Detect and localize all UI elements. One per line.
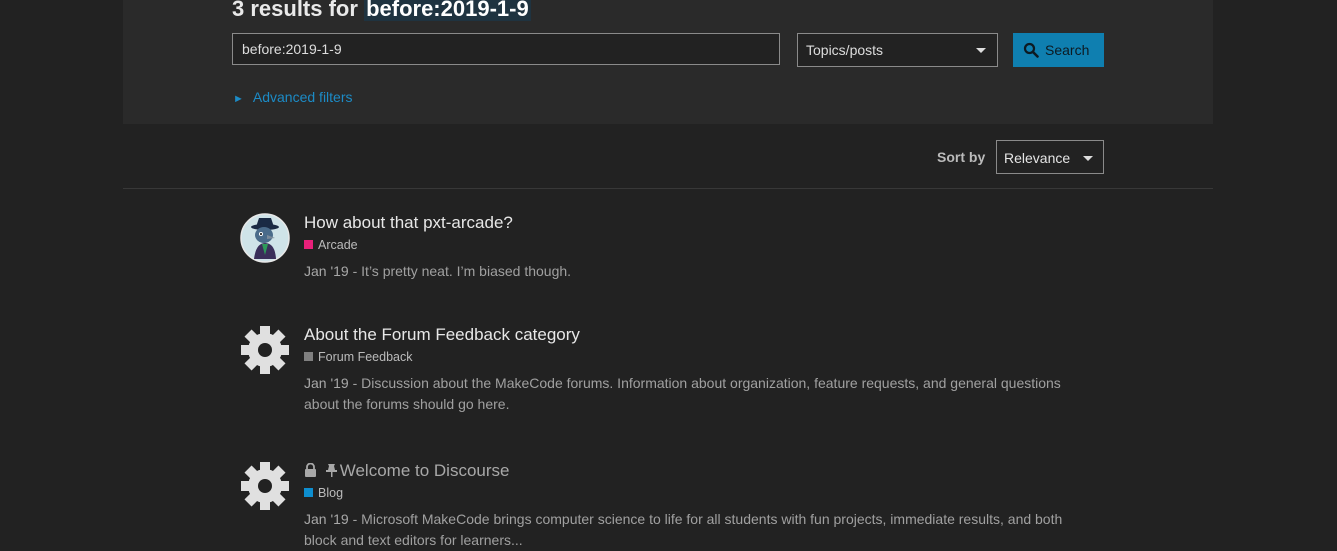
topic-status-icons: [304, 462, 338, 482]
caret-down-icon: [1083, 156, 1093, 161]
search-icon: [1023, 42, 1039, 58]
search-button[interactable]: Search: [1013, 33, 1104, 67]
category-badge[interactable]: Blog: [304, 486, 343, 500]
result-date: Jan '19: [304, 511, 349, 527]
result-date: Jan '19: [304, 375, 349, 391]
results-heading: 3 results for before:2019-1-9: [232, 0, 531, 22]
result-title-link[interactable]: About the Forum Feedback category: [304, 325, 580, 345]
advanced-filters-toggle[interactable]: ► Advanced filters: [233, 89, 353, 105]
user-avatar[interactable]: [240, 213, 290, 263]
result-date: Jan '19: [304, 263, 349, 279]
search-term-highlight: before:2019-1-9: [364, 0, 531, 21]
pin-icon: [325, 464, 337, 477]
category-name: Blog: [318, 486, 344, 500]
category-name: Forum Feedback: [318, 350, 413, 364]
search-type-selected: Topics/posts: [806, 42, 884, 58]
blurb-separator: -: [348, 263, 362, 279]
result-title-text: Welcome to Discourse: [339, 461, 510, 480]
result-blurb: Jan '19 - Microsoft MakeCode brings comp…: [304, 509, 1094, 551]
results-count-text: 3 results for: [232, 0, 358, 21]
category-badge[interactable]: Arcade: [304, 238, 358, 252]
gear-icon[interactable]: [240, 325, 290, 375]
category-name: Arcade: [318, 238, 358, 252]
result-blurb: Jan '19 - Discussion about the MakeCode …: [304, 373, 1094, 415]
sort-by-label: Sort by: [937, 149, 986, 165]
caret-right-icon: ►: [233, 93, 244, 105]
sort-selected: Relevance: [1004, 150, 1071, 166]
result-blurb: Jan '19 - It’s pretty neat. I’m biased t…: [304, 261, 1094, 282]
result-blurb-text: Microsoft MakeCode brings computer scien…: [304, 511, 1063, 548]
search-input[interactable]: [232, 33, 780, 65]
lock-icon: [305, 462, 316, 477]
category-color-square: [304, 488, 313, 497]
result-blurb-text: Discussion about the MakeCode forums. In…: [304, 375, 1061, 412]
result-title-link[interactable]: Welcome to Discourse: [304, 461, 509, 482]
search-button-label: Search: [1045, 42, 1090, 58]
caret-down-icon: [976, 48, 986, 53]
category-badge[interactable]: Forum Feedback: [304, 350, 412, 364]
category-color-square: [304, 352, 313, 361]
blurb-separator: -: [348, 511, 362, 527]
advanced-filters-label: Advanced filters: [252, 89, 353, 105]
search-type-select[interactable]: Topics/posts: [797, 33, 998, 67]
result-blurb-text: It’s pretty neat. I’m biased though.: [361, 263, 572, 279]
result-title-link[interactable]: How about that pxt-arcade?: [304, 213, 513, 233]
gear-icon[interactable]: [240, 461, 290, 511]
divider: [123, 188, 1213, 189]
sort-select[interactable]: Relevance: [996, 140, 1104, 174]
category-color-square: [304, 240, 313, 249]
blurb-separator: -: [348, 375, 362, 391]
